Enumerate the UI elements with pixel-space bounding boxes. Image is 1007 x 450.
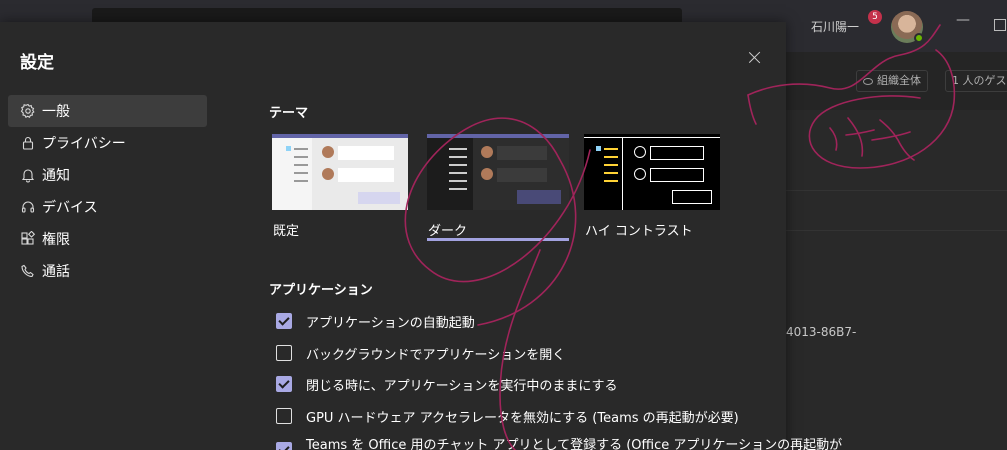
option-label: バックグラウンドでアプリケーションを開く	[306, 347, 566, 363]
option-keep-running[interactable]: 閉じる時に、アプリケーションを実行中のままにする	[276, 373, 617, 395]
theme-high-contrast-preview	[584, 134, 720, 210]
theme-section-title: テーマ	[269, 106, 309, 121]
notification-badge: 5	[868, 10, 882, 24]
gear-icon	[20, 103, 36, 119]
theme-dark-preview	[427, 134, 569, 210]
theme-selected-indicator	[427, 238, 569, 241]
id-fragment: 4013-86B7-	[786, 325, 857, 339]
sidebar-item-label: 通知	[42, 168, 70, 184]
phone-icon	[20, 263, 36, 279]
sidebar-item-label: 権限	[42, 232, 70, 248]
minimize-icon[interactable]: —	[956, 12, 970, 28]
theme-dark[interactable]: ダーク	[427, 134, 569, 241]
sidebar-item-notifications[interactable]: 通知	[8, 159, 207, 191]
settings-nav: 一般 プライバシー 通知 デバイス 権限 通話	[8, 95, 207, 287]
theme-label: ハイ コントラスト	[585, 224, 693, 239]
theme-high-contrast[interactable]: ハイ コントラスト	[584, 134, 726, 239]
sidebar-item-privacy[interactable]: プライバシー	[8, 127, 207, 159]
headset-icon	[20, 199, 36, 215]
close-button[interactable]	[744, 47, 766, 69]
user-name: 石川陽一	[811, 20, 860, 34]
option-label: Teams を Office 用のチャット アプリとして登録する (Office…	[306, 437, 843, 450]
theme-label: 既定	[273, 224, 300, 239]
apps-icon	[20, 231, 36, 247]
app-section-title: アプリケーション	[269, 283, 373, 298]
theme-default[interactable]: 既定	[272, 134, 414, 239]
sidebar-item-label: 一般	[42, 104, 70, 120]
option-auto-start[interactable]: アプリケーションの自動起動	[276, 310, 475, 332]
sidebar-item-calls[interactable]: 通話	[8, 255, 207, 287]
checkbox-checked[interactable]	[276, 376, 292, 392]
guest-chip[interactable]: 1 人のゲスト	[945, 70, 1007, 92]
screen: 石川陽一 5 — 組織全体 1 人のゲスト 4013-86B7- 設定 一般	[0, 0, 1007, 450]
presence-status-icon	[914, 33, 924, 43]
sidebar-item-devices[interactable]: デバイス	[8, 191, 207, 223]
checkbox-checked[interactable]	[276, 313, 292, 329]
checkbox-checked[interactable]	[276, 442, 292, 450]
sidebar-item-label: 通話	[42, 264, 70, 280]
option-disable-gpu[interactable]: GPU ハードウェア アクセラレータを無効にする (Teams の再起動が必要)	[276, 405, 739, 427]
dialog-title: 設定	[20, 53, 54, 73]
sidebar-item-label: プライバシー	[42, 136, 126, 152]
option-label: 閉じる時に、アプリケーションを実行中のままにする	[306, 378, 618, 394]
option-open-background[interactable]: バックグラウンドでアプリケーションを開く	[276, 342, 565, 364]
option-label: GPU ハードウェア アクセラレータを無効にする (Teams の再起動が必要)	[306, 410, 739, 426]
divider	[786, 190, 1007, 191]
option-label: アプリケーションの自動起動	[306, 315, 475, 331]
sidebar-item-permissions[interactable]: 権限	[8, 223, 207, 255]
option-register-chat-app[interactable]: Teams を Office 用のチャット アプリとして登録する (Office…	[276, 432, 842, 450]
divider	[786, 230, 1007, 231]
maximize-icon[interactable]	[994, 19, 1006, 31]
checkbox-unchecked[interactable]	[276, 345, 292, 361]
eye-icon	[863, 77, 873, 85]
lock-icon	[20, 135, 36, 151]
bell-icon	[20, 167, 36, 183]
sidebar-item-label: デバイス	[42, 200, 98, 216]
theme-label: ダーク	[428, 224, 468, 239]
theme-default-preview	[272, 134, 408, 210]
checkbox-unchecked[interactable]	[276, 408, 292, 424]
org-wide-chip[interactable]: 組織全体	[856, 70, 928, 92]
sidebar-item-general[interactable]: 一般	[8, 95, 207, 127]
settings-dialog: 設定 一般 プライバシー 通知 デバイス 権限 通話 テーマ 既定 ダーク ハイ…	[0, 22, 842, 450]
conversation-area	[786, 110, 1007, 450]
